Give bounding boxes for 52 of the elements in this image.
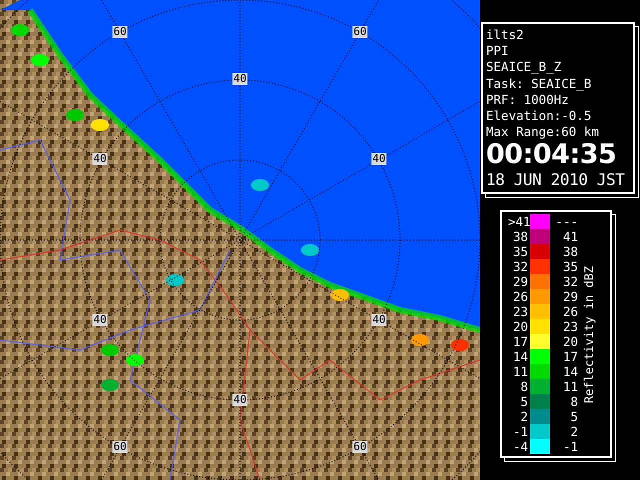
info-line: ilts2 — [486, 27, 525, 44]
info-line: Elevation:-0.5 — [486, 108, 592, 124]
legend-value: 23 — [562, 319, 579, 334]
legend-value: 20 — [562, 334, 579, 350]
legend-value: 5 — [519, 394, 529, 410]
legend-value: >41 — [507, 214, 530, 230]
range-label: 40 — [92, 314, 108, 326]
legend-value: 14 — [562, 364, 579, 380]
legend-value: 32 — [512, 259, 529, 274]
legend-value: 8 — [569, 394, 579, 410]
legend-value: 35 — [562, 259, 579, 274]
legend-value: 17 — [512, 334, 529, 350]
legend-value: 35 — [512, 244, 529, 260]
legend-title: Reflectivity in dBZ — [582, 266, 596, 404]
legend-value: 41 — [562, 229, 579, 244]
legend-value: 38 — [512, 229, 529, 244]
legend-value: 2 — [569, 424, 579, 440]
info-line: PPI — [486, 43, 510, 60]
date-text: 18 JUN 2010 JST — [486, 170, 626, 190]
legend-value: 14 — [512, 349, 529, 364]
legend-value: 29 — [512, 274, 529, 290]
legend-value: -4 — [512, 439, 529, 454]
info-line: Task: SEAICE_B — [486, 76, 592, 92]
info-line: SEAICE_B_Z — [486, 59, 562, 76]
legend-value: 8 — [519, 379, 529, 394]
range-label: 40 — [371, 314, 387, 326]
legend-value: 17 — [562, 349, 579, 364]
range-label: 40 — [232, 394, 248, 406]
range-label: 60 — [352, 26, 368, 38]
range-label: 40 — [371, 153, 387, 165]
legend-value: 5 — [569, 409, 579, 424]
legend-value: 32 — [562, 274, 579, 290]
legend-value: 2 — [519, 409, 529, 424]
legend-value: -1 — [512, 424, 529, 440]
legend-value: 29 — [562, 289, 579, 304]
range-label: 60 — [352, 441, 368, 453]
legend-value: 11 — [562, 379, 579, 394]
range-label: 40 — [232, 73, 248, 85]
range-label: 60 — [112, 26, 128, 38]
info-line: Max Range:60 km — [486, 124, 600, 140]
legend-value: 20 — [512, 319, 529, 334]
legend-value: --- — [554, 214, 579, 230]
legend-value: 38 — [562, 244, 579, 260]
legend-value: 11 — [512, 364, 529, 380]
range-label: 40 — [92, 153, 108, 165]
time-text: 00:04:35 — [486, 140, 618, 170]
range-label: 60 — [112, 441, 128, 453]
info-line: PRF: 1000Hz — [486, 92, 570, 108]
legend-value: 26 — [562, 304, 579, 320]
legend-value: 26 — [512, 289, 529, 304]
legend-value: 23 — [512, 304, 529, 320]
legend-value: -1 — [562, 439, 579, 454]
